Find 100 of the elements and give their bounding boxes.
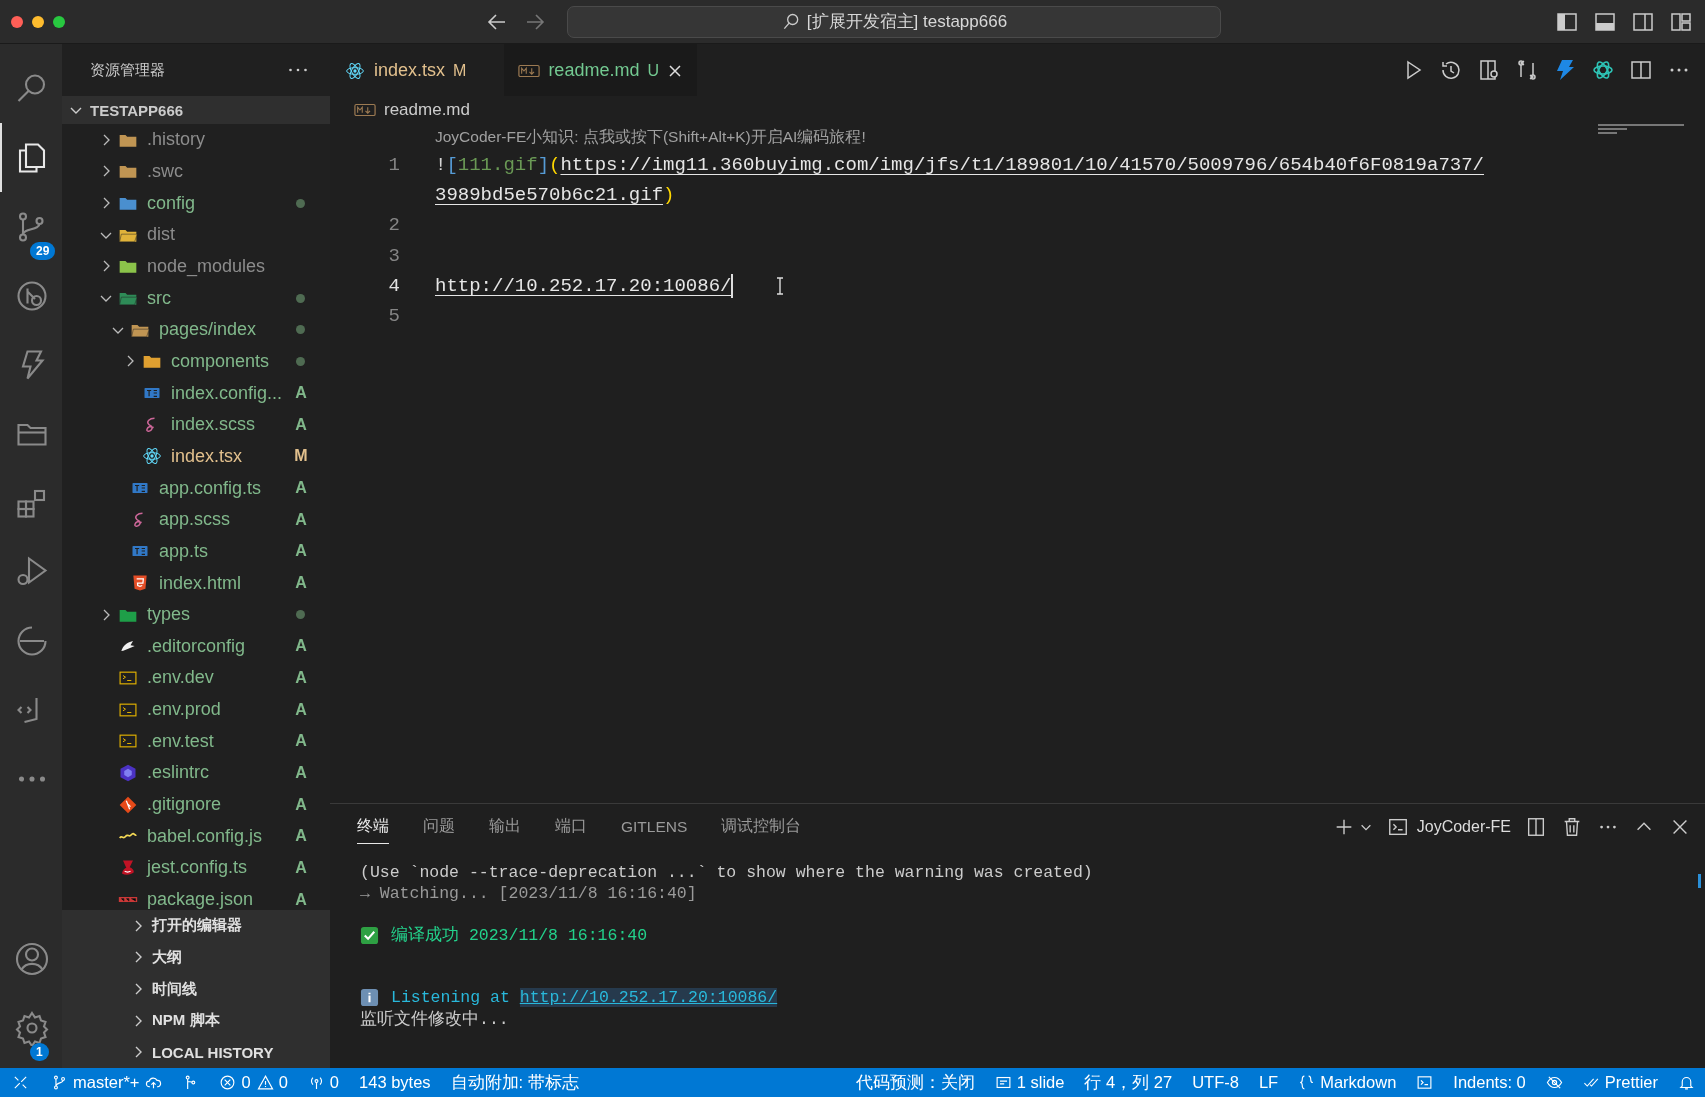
file-name[interactable]: config [147,192,296,214]
panel-tab[interactable]: 调试控制台 [721,810,819,844]
status-item[interactable]: Prettier [1572,1068,1668,1097]
file-name[interactable]: package.json [147,889,294,911]
status-item[interactable]: Markdown [1288,1068,1407,1097]
file-name[interactable]: types [147,604,296,626]
remote-icon [12,1074,29,1091]
status-item[interactable]: 行 4，列 27 [1074,1068,1183,1097]
file-name[interactable]: src [147,287,296,309]
editor-tab[interactable]: index.tsx M [330,44,505,96]
breadcrumb-item[interactable]: readme.md [384,100,470,120]
file-name[interactable]: pages/index [159,319,296,341]
code-token: 111.gif [457,153,538,178]
terminal-selector[interactable]: JoyCoder-FE [1386,816,1511,838]
account-icon[interactable] [14,940,50,977]
panel-tab[interactable]: 终端 [357,810,389,844]
git-status-label: A [294,858,308,877]
split-editor-icon[interactable] [1629,58,1653,82]
status-item[interactable]: 代码预测：关闭 [845,1068,985,1097]
status-item[interactable]: 自动附加: 带标志 [440,1068,589,1097]
command-search-field[interactable]: [扩展开发宿主] testapp666 [567,5,1221,38]
file-name[interactable]: .history [147,129,308,151]
status-item[interactable]: 0 [297,1068,350,1097]
git-status-label: A [294,890,308,909]
git-status-label: A [294,384,308,403]
git-status-label: A [294,795,308,814]
more-icon[interactable] [288,66,308,74]
file-name[interactable]: index.config... [171,382,294,404]
file-name[interactable]: jest.config.ts [147,857,294,879]
warning-icon [256,1074,274,1091]
terminal-line: → Watching... [2023/11/8 16:16:40] [360,883,697,903]
braces-icon [1298,1074,1316,1091]
section-header[interactable]: NPM 脚本 [62,1004,330,1037]
section-header[interactable]: 大纲 [62,941,330,974]
file-name[interactable]: .env.dev [147,667,294,689]
code-link[interactable]: 3989bd5e570b6c21.gif [435,180,664,211]
terminal-line: Listening at [391,988,511,1008]
file-name[interactable]: index.scss [171,414,294,436]
file-name[interactable]: .gitignore [147,794,294,816]
close-icon[interactable] [667,62,683,79]
file-name[interactable]: components [171,350,296,372]
file-name[interactable]: .swc [147,161,308,182]
atom-icon [142,446,162,467]
git-status-label: A [294,510,308,529]
file-name[interactable]: .eslintrc [147,762,294,784]
file-name[interactable]: index.tsx [171,445,294,467]
status-item[interactable]: LF [1248,1068,1289,1097]
diamond-icon [118,794,138,815]
panel-tab[interactable]: 端口 [555,810,604,844]
cloud-upload-icon [145,1074,163,1091]
editor-tab[interactable]: readme.md U [504,44,697,96]
line-number: 2 [387,213,400,239]
panel-tab[interactable]: GITLENS [621,811,705,843]
split-terminal-icon[interactable] [1525,816,1547,838]
code-link[interactable]: https://img11.360buyimg.com/img/jfs/t1/189801/10/41570/5009796/654b40f6F0819a737/ [560,150,1484,181]
file-name[interactable]: app.scss [159,509,294,531]
file-name[interactable]: .env.prod [147,699,294,721]
line-number: 1 [387,153,400,178]
status-item[interactable]: Indents: 0 [1443,1068,1536,1097]
file-name[interactable]: app.ts [159,540,294,562]
file-name[interactable]: babel.config.js [147,825,294,847]
bar-icon [118,896,138,904]
squiggle-icon [118,832,138,841]
status-item[interactable]: 143 bytes [349,1068,441,1097]
line-number: 4 [387,273,400,299]
section-header[interactable]: LOCAL HISTORY [62,1036,330,1068]
file-name[interactable]: node_modules [147,255,308,277]
knot-icon[interactable] [1591,58,1615,82]
file-name[interactable]: .editorconfig [147,635,294,657]
code-link[interactable]: http://10.252.17.20:10086/ [435,270,732,301]
minimize-window-button[interactable] [32,15,44,28]
section-header[interactable]: 打开的编辑器 [62,910,330,942]
close-window-button[interactable] [11,15,23,28]
file-name[interactable]: index.html [159,572,294,594]
status-item[interactable]: 1 slide [984,1068,1075,1097]
panel-tab[interactable]: 输出 [489,810,538,844]
terminal-link[interactable]: http://10.252.17.20:10086/ [519,988,778,1008]
codelens-hint[interactable]: JoyCoder-FE小知识: 点我或按下(Shift+Alt+K)开启AI编码旅程! [330,124,1705,150]
git-status-label: A [294,479,308,498]
file-name[interactable]: .env.test [147,730,294,752]
atom-icon [344,60,366,81]
maximize-window-button[interactable] [53,15,65,28]
section-header[interactable]: 时间线 [62,973,330,1005]
git-status-label: A [294,827,308,846]
error-icon [219,1074,237,1091]
project-header[interactable]: TESTAPP666 [62,96,330,124]
file-name[interactable]: app.config.ts [159,477,294,499]
code-token: ! [435,153,447,178]
git-status-label: A [294,574,308,592]
git-status-label: A [294,763,308,782]
panel-tab[interactable]: 问题 [423,810,472,844]
status-item[interactable]: UTF-8 [1182,1068,1249,1097]
compare-changes-icon[interactable] [1515,58,1539,82]
code-token: ( [549,153,561,178]
settings-icon[interactable] [14,1009,50,1046]
file-name[interactable]: dist [147,224,308,246]
notification-badge: 29 [30,242,56,260]
preview-icon[interactable] [1477,58,1501,82]
sidebar-title: 资源管理器 [90,60,165,80]
status-item[interactable]: master*+ [41,1068,150,1097]
